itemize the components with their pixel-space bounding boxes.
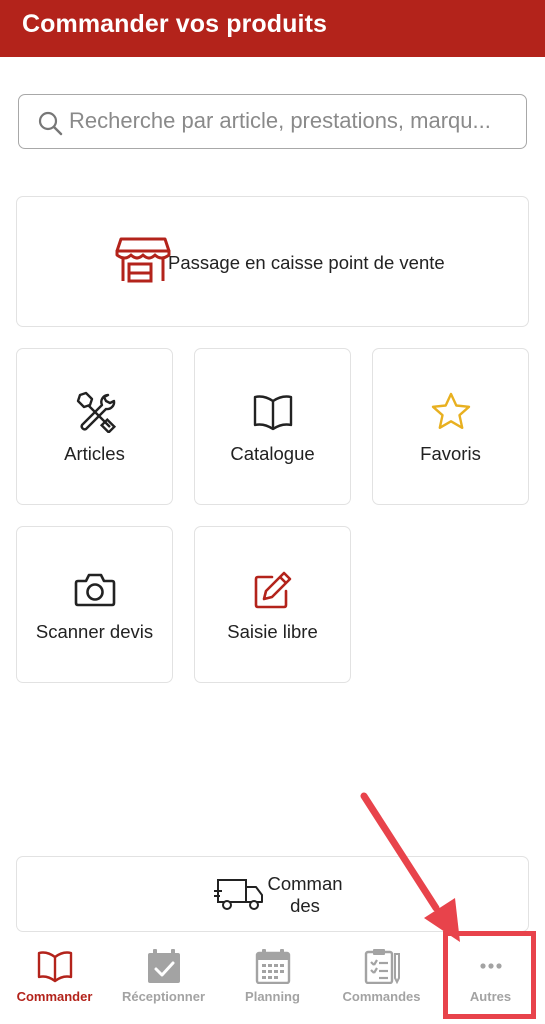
tab-planning-label: Planning <box>245 989 300 1004</box>
pos-card-label: Passage en caisse point de vente <box>168 252 445 273</box>
calendar-check-icon <box>147 949 180 983</box>
tile-articles-label: Articles <box>64 443 125 464</box>
tab-commandes[interactable]: Commandes <box>327 934 436 1024</box>
tab-receptionner-label: Réceptionner <box>121 989 206 1004</box>
tile-articles[interactable]: Articles <box>16 348 173 505</box>
tile-scanner-devis[interactable]: Scanner devis <box>16 526 173 683</box>
star-icon <box>431 392 470 429</box>
tile-catalogue-label: Catalogue <box>230 443 315 464</box>
tile-favoris-label: Favoris <box>420 443 481 464</box>
tab-receptionner[interactable]: Réceptionner <box>109 934 218 1024</box>
app-header: Commander vos produits <box>0 0 545 57</box>
book-icon <box>37 951 72 983</box>
tab-commander[interactable]: Commander <box>0 934 109 1024</box>
camera-icon <box>74 573 115 607</box>
tools-icon <box>76 391 116 433</box>
tile-saisie-libre[interactable]: Saisie libre <box>194 526 351 683</box>
tab-commandes-label: Commandes <box>342 989 421 1004</box>
tile-catalogue[interactable]: Catalogue <box>194 348 351 505</box>
orders-card-label: Commandes <box>267 873 343 916</box>
calendar-icon <box>255 949 290 984</box>
search-bar[interactable] <box>18 94 527 149</box>
search-input[interactable] <box>69 95 509 147</box>
tile-saisie-libre-label: Saisie libre <box>227 621 318 642</box>
tile-scanner-devis-label: Scanner devis <box>35 621 154 642</box>
edit-icon <box>254 571 291 609</box>
tile-favoris[interactable]: Favoris <box>372 348 529 505</box>
clipboard-icon <box>364 949 400 984</box>
search-icon <box>38 111 63 136</box>
tab-planning[interactable]: Planning <box>218 934 327 1024</box>
tab-commander-label: Commander <box>16 989 93 1004</box>
orders-card[interactable]: Commandes <box>16 856 529 932</box>
store-icon <box>115 237 171 283</box>
truck-icon <box>214 879 263 910</box>
annotation-highlight-box <box>443 931 536 1019</box>
book-icon <box>253 395 292 431</box>
page-title: Commander vos produits <box>22 10 328 38</box>
